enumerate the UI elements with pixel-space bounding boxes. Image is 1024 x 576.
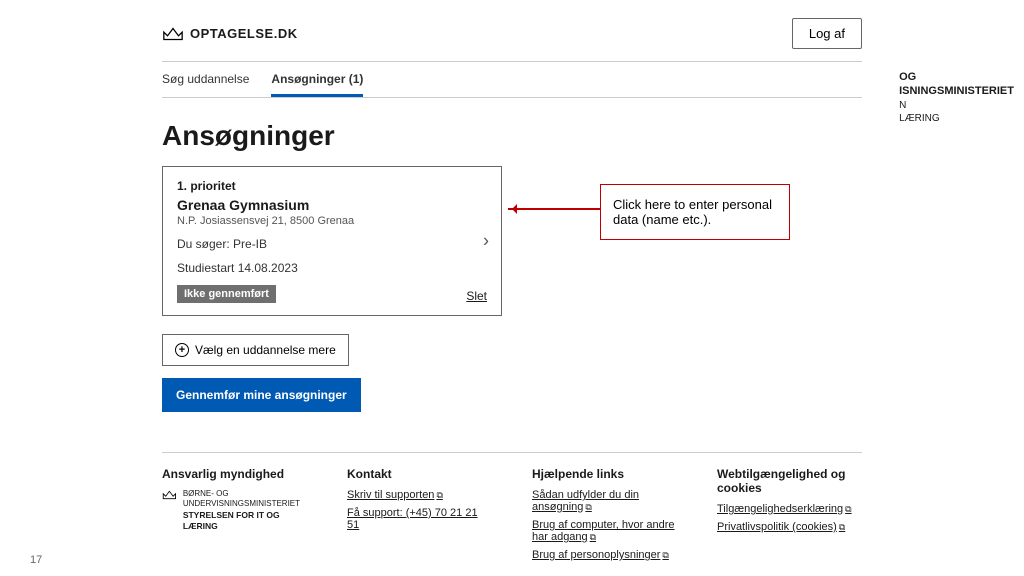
external-icon: ⧉ bbox=[845, 504, 851, 514]
help-link-personal-data[interactable]: Brug af personoplysninger⧉ bbox=[532, 549, 669, 561]
site-name: OPTAGELSE.DK bbox=[190, 26, 298, 41]
application-card[interactable]: 1. prioritet Grenaa Gymnasium N.P. Josia… bbox=[162, 166, 502, 316]
crown-icon bbox=[162, 489, 177, 501]
crown-icon bbox=[162, 26, 184, 42]
annotation-arrow bbox=[508, 208, 600, 210]
slide-page-number: 17 bbox=[30, 554, 42, 566]
add-education-label: Vælg en uddannelse mere bbox=[195, 343, 336, 357]
support-write-link[interactable]: Skriv til supporten⧉ bbox=[347, 489, 443, 501]
add-education-button[interactable]: + Vælg en uddannelse mere bbox=[162, 334, 349, 366]
footer-heading-contact: Kontakt bbox=[347, 467, 492, 481]
chevron-right-icon: › bbox=[483, 231, 489, 252]
footer-heading-accessibility: Webtilgængelighed og cookies bbox=[717, 467, 862, 495]
footer-heading-help: Hjælpende links bbox=[532, 467, 677, 481]
priority-label: 1. prioritet bbox=[177, 179, 487, 193]
ministry-label: OG ISNINGSMINISTERIET N LÆRING bbox=[899, 70, 1014, 125]
external-icon: ⧉ bbox=[662, 550, 668, 560]
status-badge: Ikke gennemført bbox=[177, 285, 276, 303]
submit-applications-button[interactable]: Gennemfør mine ansøgninger bbox=[162, 378, 361, 412]
logout-button[interactable]: Log af bbox=[792, 18, 862, 49]
authority-name: BØRNE- OG UNDERVISNINGSMINISTERIET STYRE… bbox=[183, 489, 307, 532]
privacy-link[interactable]: Privatlivspolitik (cookies)⧉ bbox=[717, 521, 845, 533]
external-icon: ⧉ bbox=[436, 490, 442, 500]
school-name: Grenaa Gymnasium bbox=[177, 197, 487, 213]
external-icon: ⧉ bbox=[839, 522, 845, 532]
footer-heading-authority: Ansvarlig myndighed bbox=[162, 467, 307, 481]
help-link-shared-computer[interactable]: Brug af computer, hvor andre har adgang⧉ bbox=[532, 519, 677, 543]
external-icon: ⧉ bbox=[585, 502, 591, 512]
page-title: Ansøgninger bbox=[162, 120, 862, 152]
annotation-callout: Click here to enter personal data (name … bbox=[600, 184, 790, 240]
support-phone-link[interactable]: Få support: (+45) 70 21 21 51 bbox=[347, 507, 492, 531]
delete-button[interactable]: Slet bbox=[466, 289, 487, 303]
tab-applications[interactable]: Ansøgninger (1) bbox=[271, 62, 363, 97]
external-icon: ⧉ bbox=[590, 532, 596, 542]
tabs: Søg uddannelse Ansøgninger (1) bbox=[162, 61, 862, 98]
program-line: Du søger: Pre-IB bbox=[177, 237, 487, 251]
start-line: Studiestart 14.08.2023 bbox=[177, 261, 487, 275]
footer: Ansvarlig myndighed BØRNE- OG UNDERVISNI… bbox=[162, 452, 862, 567]
site-logo[interactable]: OPTAGELSE.DK bbox=[162, 26, 298, 42]
accessibility-link[interactable]: Tilgængelighedserklæring⧉ bbox=[717, 503, 852, 515]
plus-icon: + bbox=[175, 343, 189, 357]
school-address: N.P. Josiassensvej 21, 8500 Grenaa bbox=[177, 215, 487, 227]
tab-search[interactable]: Søg uddannelse bbox=[162, 62, 249, 97]
help-link-howto[interactable]: Sådan udfylder du din ansøgning⧉ bbox=[532, 489, 677, 513]
